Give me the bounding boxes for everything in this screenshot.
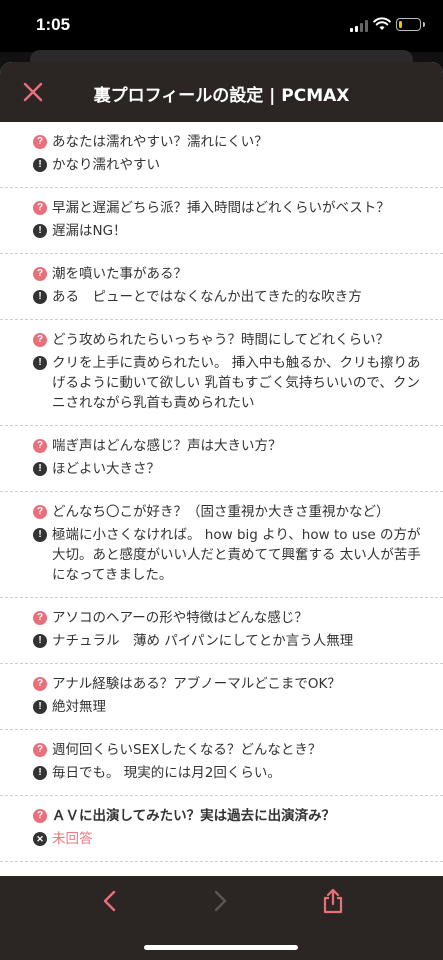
exclamation-icon: ! [33,634,47,648]
status-bar: 1:05 [0,0,443,52]
exclamation-icon: ! [33,290,47,304]
wifi-icon [373,17,391,30]
exclamation-icon: ! [33,766,47,780]
battery-level [398,20,402,28]
question-row: ? アソコのヘアーの形や特徴はどんな感じ？ [33,608,423,628]
answer-text: 絶対無理 [52,699,106,715]
question-row: ? どんなち〇こが好き？（固さ重視か大きさ重視かなど） [33,502,423,522]
share-icon[interactable] [321,887,345,915]
answer-text: ほどよい大きさ？ [52,461,160,477]
answer-text: 未回答 [52,831,93,847]
question-row: ? あなたは濡れやすい？濡れにくい？ [33,132,423,152]
qa-item[interactable]: ? 早漏と遅漏どちら派？挿入時間はどれくらいがベスト？! 遅漏はNG！ [0,188,443,254]
qa-item[interactable]: ? ＡＶに出演してみたい？実は過去に出演済み？ ✕ 未回答 [0,796,443,862]
x-icon: ✕ [33,832,47,846]
answer-row: ! ある ピューとではなくなんか出てきた的な吹き方 [33,287,423,307]
question-row: ? 週何回くらいSEXしたくなる？どんなとき？ [33,740,423,760]
question-text: 潮を噴いた事がある？ [52,266,187,282]
question-icon: ? [33,201,47,215]
chevron-left-icon[interactable] [98,888,122,914]
question-icon: ? [33,439,47,453]
chevron-right-icon[interactable] [208,888,232,914]
status-time: 1:05 [36,15,71,34]
question-row: ? どう攻められたらいっちゃう？時間にしてどれくらい？ [33,330,423,350]
qa-item[interactable]: ? 週何回くらいSEXしたくなる？どんなとき？! 毎日でも。 現実的には月2回くらい… [0,730,443,796]
qa-item[interactable]: ? あなたは濡れやすい？濡れにくい？! かなり濡れやすい [0,122,443,188]
question-text: 早漏と遅漏どちら派？挿入時間はどれくらいがベスト？ [52,200,390,216]
qa-item[interactable]: ? どう攻められたらいっちゃう？時間にしてどれくらい？! クリを上手に責められたい。… [0,320,443,426]
answer-text: ある ピューとではなくなんか出てきた的な吹き方 [52,289,362,305]
exclamation-icon: ! [33,356,47,370]
answer-text: 毎日でも。 現実的には月2回くらい。 [52,765,281,781]
qa-item[interactable]: ? 喘ぎ声はどんな感じ？声は大きい方？! ほどよい大きさ？ [0,426,443,492]
answer-row: ! 毎日でも。 現実的には月2回くらい。 [33,763,423,783]
answer-row: ✕ 未回答 [33,829,423,849]
exclamation-icon: ! [33,528,47,542]
question-text: 喘ぎ声はどんな感じ？声は大きい方？ [52,438,282,454]
answer-row: ! ナチュラル 薄め パイパンにしてとか言う人無理 [33,631,423,651]
answer-text: かなり濡れやすい [52,157,160,173]
question-row: ? アナル経験はある？アブノーマルどこまでOK？ [33,674,423,694]
question-icon: ? [33,809,47,823]
answer-text: クリを上手に責められたい。 挿入中も触るか、クリも擦りあげるように動いて欲しい … [52,355,421,411]
home-indicator[interactable] [144,945,298,950]
question-row: ? ＡＶに出演してみたい？実は過去に出演済み？ [33,806,423,826]
qa-list: ? あなたは濡れやすい？濡れにくい？! かなり濡れやすい? 早漏と遅漏どちら派？挿入時… [0,122,443,862]
exclamation-icon: ! [33,700,47,714]
question-icon: ? [33,267,47,281]
question-row: ? 潮を噴いた事がある？ [33,264,423,284]
qa-item[interactable]: ? どんなち〇こが好き？（固さ重視か大きさ重視かなど）! 極端に小さくなければ。 h… [0,492,443,598]
page-title: 裏プロフィールの設定 | PCMAX [93,86,350,106]
modal-sheet: 裏プロフィールの設定 | PCMAX ? あなたは濡れやすい？濡れにくい？! かなり… [0,62,443,960]
question-icon: ? [33,505,47,519]
qa-item[interactable]: ? 潮を噴いた事がある？! ある ピューとではなくなんか出てきた的な吹き方 [0,254,443,320]
answer-text: ナチュラル 薄め パイパンにしてとか言う人無理 [52,633,354,649]
exclamation-icon: ! [33,158,47,172]
header: 裏プロフィールの設定 | PCMAX [0,62,443,122]
question-text: 週何回くらいSEXしたくなる？どんなとき？ [52,742,322,758]
answer-text: 遅漏はNG！ [52,223,127,239]
question-icon: ? [33,611,47,625]
question-icon: ? [33,743,47,757]
answer-row: ! ほどよい大きさ？ [33,459,423,479]
question-icon: ? [33,135,47,149]
question-text: ＡＶに出演してみたい？実は過去に出演済み？ [52,808,336,824]
exclamation-icon: ! [33,224,47,238]
question-icon: ? [33,677,47,691]
question-text: アソコのヘアーの形や特徴はどんな感じ？ [52,610,308,626]
question-row: ? 喘ぎ声はどんな感じ？声は大きい方？ [33,436,423,456]
question-text: どんなち〇こが好き？（固さ重視か大きさ重視かなど） [52,504,390,520]
close-icon[interactable] [20,79,46,105]
battery-icon [396,18,421,31]
answer-row: ! 絶対無理 [33,697,423,717]
question-row: ? 早漏と遅漏どちら派？挿入時間はどれくらいがベスト？ [33,198,423,218]
battery-tip [423,22,425,27]
qa-item[interactable]: ? アソコのヘアーの形や特徴はどんな感じ？! ナチュラル 薄め パイパンにしてとか言… [0,598,443,664]
question-text: どう攻められたらいっちゃう？時間にしてどれくらい？ [52,332,390,348]
exclamation-icon: ! [33,462,47,476]
question-icon: ? [33,333,47,347]
answer-row: ! かなり濡れやすい [33,155,423,175]
question-text: あなたは濡れやすい？濡れにくい？ [52,134,268,150]
answer-row: ! 極端に小さくなければ。 how big より、how to use の方が大切… [33,525,423,585]
question-text: アナル経験はある？アブノーマルどこまでOK？ [52,676,341,692]
answer-row: ! 遅漏はNG！ [33,221,423,241]
qa-item[interactable]: ? アナル経験はある？アブノーマルどこまでOK？! 絶対無理 [0,664,443,730]
signal-icon [350,20,370,32]
answer-row: ! クリを上手に責められたい。 挿入中も触るか、クリも擦りあげるように動いて欲しい… [33,353,423,413]
answer-text: 極端に小さくなければ。 how big より、how to use の方が大切。… [52,527,421,583]
